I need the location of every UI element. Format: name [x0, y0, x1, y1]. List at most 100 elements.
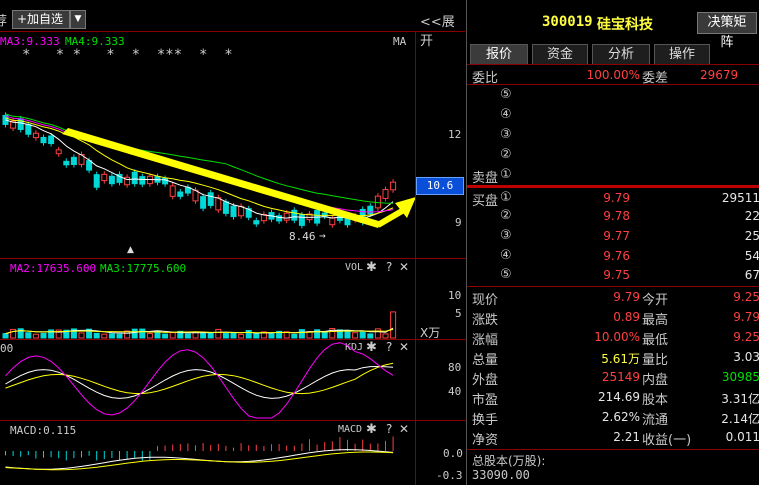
buy-price-2: 9.78: [603, 209, 630, 223]
candle-body: [177, 191, 184, 197]
volume-bar: [116, 333, 123, 339]
add-to-watchlist-button[interactable]: +加自选: [12, 10, 70, 29]
macd-chart[interactable]: [0, 421, 415, 485]
buy-label: 买盘: [472, 194, 499, 209]
kdj-line-d: [5, 362, 394, 395]
date-cursor-caret: ▲: [127, 245, 134, 255]
volume-bar: [32, 333, 39, 339]
vol-tick-10: 10: [448, 289, 462, 302]
volume-bar: [78, 332, 85, 339]
volume-bar: [207, 332, 214, 339]
quote-value-left: 25149: [601, 370, 640, 384]
macd-line-dea: [5, 451, 394, 471]
volume-bar: [162, 333, 169, 339]
volume-bar: [268, 333, 275, 339]
buy-volume-5: 67: [744, 268, 759, 282]
volume-bar: [352, 332, 359, 339]
quote-value-right: 9.25: [733, 290, 759, 304]
volume-bar: [390, 311, 397, 339]
quote-value-right: 0.011: [725, 430, 759, 444]
tab-quote-label: 报价: [485, 47, 512, 62]
candle-body: [230, 205, 237, 218]
kdj-line-k: [5, 365, 394, 399]
volume-bar: [169, 332, 176, 339]
expand-panel-button[interactable]: <<展开: [420, 11, 466, 49]
candle-body: [200, 196, 207, 209]
quote-value-right: 3.31亿: [721, 392, 759, 406]
macd-histogram: [5, 436, 394, 461]
stock-name: 硅宝科技: [597, 17, 653, 33]
sell-level-1: ①: [500, 167, 512, 182]
volume-bar: [40, 332, 47, 339]
quote-value-left: 214.69: [598, 390, 640, 404]
candle-body: [48, 135, 55, 145]
buy-level-4: ④: [500, 248, 512, 263]
current-price-value: 10.6: [426, 179, 454, 192]
volume-bar: [93, 332, 100, 339]
quote-label-left: 涨跌: [472, 313, 499, 328]
candle-body: [131, 171, 138, 185]
quote-value-right: 9.25: [733, 330, 759, 344]
tab-quote[interactable]: 报价: [470, 44, 528, 64]
chevron-down-icon: ▼: [74, 14, 82, 24]
quote-value-left: 9.79: [613, 290, 640, 304]
tab-analysis-label: 分析: [607, 47, 634, 62]
volume-bar: [382, 333, 389, 339]
candle-body: [32, 132, 39, 139]
volume-bar: [25, 332, 32, 339]
price-tick-low: 9: [455, 216, 462, 229]
volume-bar: [215, 328, 222, 339]
kdj-line-j: [5, 342, 394, 419]
volume-bar: [245, 329, 252, 339]
volume-bar: [321, 331, 328, 339]
vol-tick-5: 5: [455, 307, 462, 320]
total-shares-label: 总股本(万股):: [472, 454, 546, 468]
candle-body: [25, 124, 32, 135]
candle-body: [70, 156, 77, 165]
volume-bar: [184, 333, 191, 339]
low-price-arrow: →: [319, 229, 326, 242]
buy-volume-4: 54: [744, 249, 759, 263]
vol-unit: X万: [420, 326, 441, 340]
candle-body: [139, 176, 146, 185]
tab-analysis[interactable]: 分析: [592, 44, 650, 64]
candle-body: [390, 181, 397, 191]
quote-label-right: 股本: [642, 393, 669, 408]
volume-bar: [101, 333, 108, 339]
volume-bar: [291, 333, 298, 339]
price-chart[interactable]: [0, 32, 415, 258]
kdj-tick-80: 80: [448, 361, 462, 374]
bid-ask-divider: [467, 185, 759, 188]
quote-label-left: 市盈: [472, 393, 499, 408]
quote-label-left: 外盘: [472, 373, 499, 388]
kdj-chart[interactable]: [0, 340, 415, 420]
volume-chart[interactable]: [0, 259, 415, 339]
add-to-watchlist-label: +加自选: [17, 12, 64, 26]
quote-label-right: 收益(一): [642, 433, 692, 448]
candle-body: [55, 149, 62, 155]
volume-bars: [2, 311, 397, 339]
tab-funds[interactable]: 资金: [532, 44, 588, 64]
macd-tick-neg: -0.3: [436, 469, 463, 482]
volume-bar: [131, 328, 138, 339]
quote-value-right: 30985: [721, 370, 759, 384]
decision-matrix-button[interactable]: 决策矩阵: [697, 12, 757, 50]
volume-bar: [230, 332, 237, 339]
stock-code: 300019: [542, 14, 593, 30]
buy-volume-2: 22: [744, 209, 759, 223]
quote-value-left: 10.00%: [594, 330, 640, 344]
price-tick-high: 12: [448, 128, 462, 141]
buy-level-3: ③: [500, 228, 512, 243]
watchlist-dropdown-button[interactable]: ▼: [70, 10, 86, 29]
candle-body: [291, 209, 298, 221]
quote-divider: [467, 286, 759, 287]
tab-operation[interactable]: 操作: [654, 44, 710, 64]
volume-bar: [108, 333, 115, 339]
candle-body: [101, 173, 108, 182]
volume-bar: [238, 333, 245, 339]
candle-body: [298, 214, 305, 226]
chart-area[interactable]: 荐 +加自选 ▼ <<展开 MA3:9.333 MA4:9.333 MA * *…: [0, 0, 466, 485]
orderbook-top-divider: [467, 84, 759, 85]
candle-body: [169, 185, 176, 197]
buy-price-1: 9.79: [603, 191, 630, 205]
